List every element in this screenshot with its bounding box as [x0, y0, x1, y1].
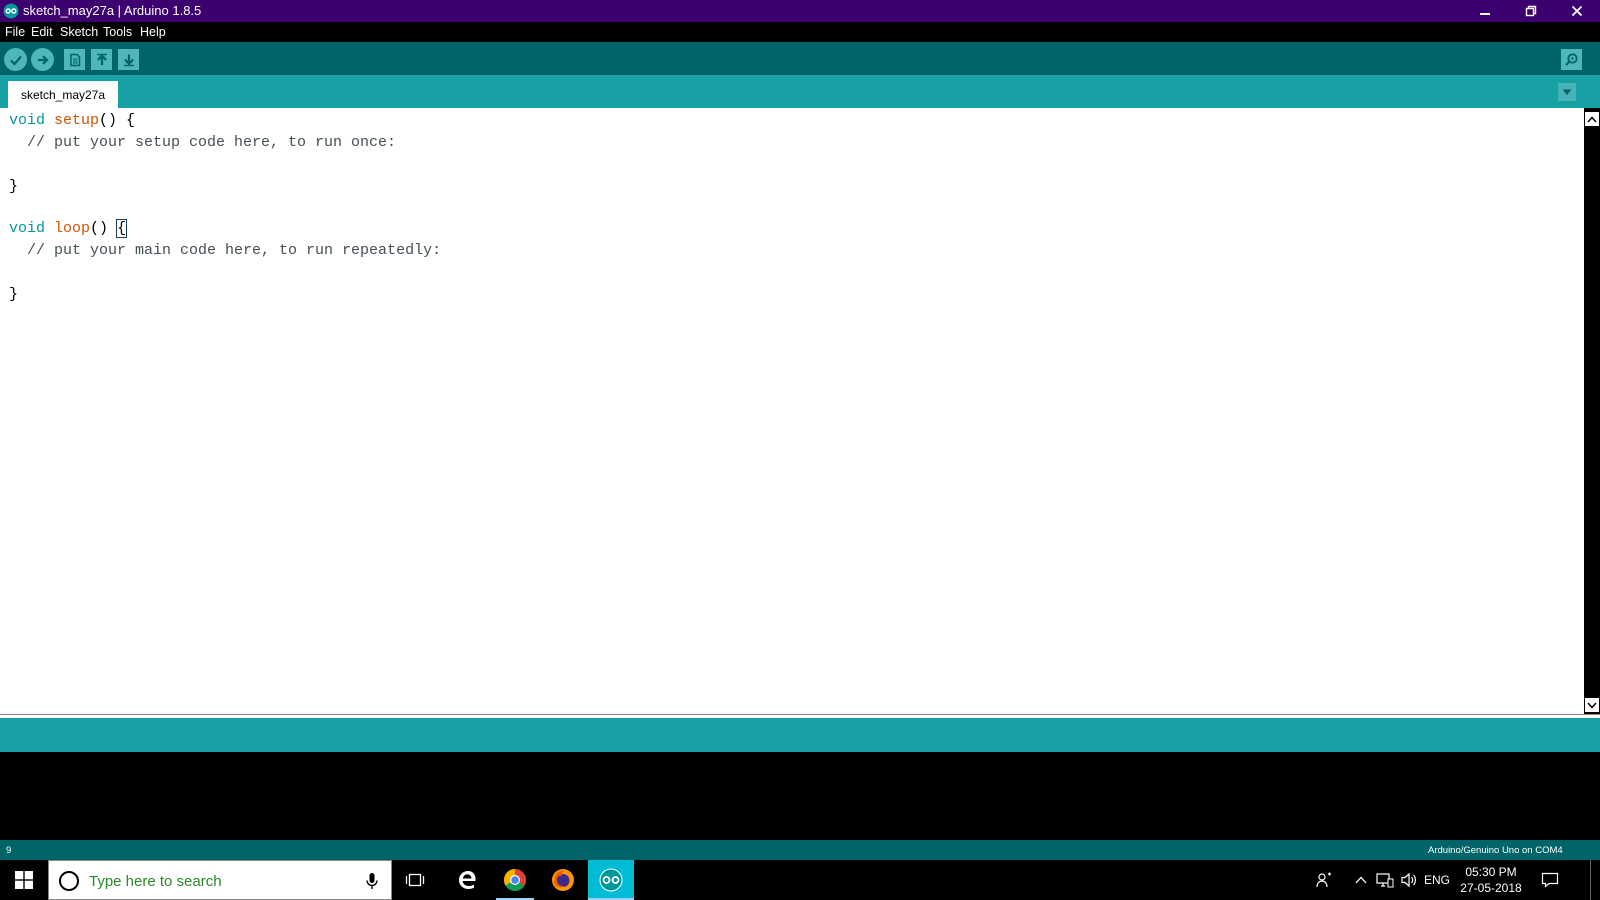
microphone-icon[interactable] — [365, 871, 379, 896]
taskbar-search-box[interactable]: Type here to search — [48, 860, 392, 900]
arduino-logo-icon — [3, 3, 19, 19]
firefox-icon — [552, 869, 574, 891]
serial-monitor-button[interactable] — [1561, 49, 1582, 70]
task-view-icon — [405, 873, 425, 887]
current-line-number: 9 — [6, 845, 12, 856]
code-line-7: // put your main code here, to run repea… — [9, 242, 442, 259]
arduino-icon — [599, 868, 623, 892]
scroll-thumb[interactable] — [1586, 128, 1598, 694]
code-line-9: } — [9, 286, 19, 303]
function-loop: loop — [54, 220, 91, 237]
code-line-6: void loop() { — [9, 219, 128, 238]
keyword-void: void — [9, 220, 46, 237]
code-punct: () — [90, 220, 118, 237]
title-bar: sketch_may27a | Arduino 1.8.5 — [0, 0, 1600, 22]
editor-scrollbar[interactable] — [1584, 108, 1600, 714]
save-sketch-button[interactable] — [118, 49, 139, 70]
window-title: sketch_may27a | Arduino 1.8.5 — [23, 3, 202, 18]
people-icon — [1316, 872, 1331, 888]
taskbar-edge[interactable] — [444, 860, 490, 900]
menu-help[interactable]: Help — [140, 25, 166, 39]
minimize-button[interactable] — [1462, 0, 1508, 22]
chrome-icon — [504, 869, 526, 891]
upload-button[interactable] — [31, 48, 54, 71]
system-clock[interactable]: 05:30 PM 27-05-2018 — [1454, 860, 1528, 900]
code-line-2: // put your setup code here, to run once… — [9, 134, 397, 151]
checkmark-icon — [9, 55, 22, 66]
toolbar — [0, 42, 1600, 75]
code-line-1: void setup() { — [9, 112, 135, 130]
show-desktop-button[interactable] — [1590, 860, 1600, 900]
verify-button[interactable] — [4, 48, 27, 71]
search-placeholder: Type here to search — [89, 873, 222, 890]
network-icon — [1376, 873, 1394, 888]
minimize-icon — [1480, 13, 1490, 15]
menu-bar: File Edit Sketch Tools Help — [0, 22, 1600, 42]
tab-label: sketch_may27a — [20, 87, 106, 102]
network-button[interactable] — [1374, 860, 1396, 900]
people-button[interactable] — [1310, 860, 1338, 900]
speaker-icon — [1401, 872, 1416, 888]
tab-strip: sketch_may27a — [0, 75, 1600, 108]
close-icon — [1571, 5, 1583, 17]
cortana-icon — [59, 871, 79, 891]
taskbar-arduino[interactable] — [588, 860, 634, 900]
task-view-button[interactable] — [392, 860, 438, 900]
tab-sketch-may27a[interactable]: sketch_may27a — [8, 81, 118, 108]
notification-icon — [1541, 872, 1559, 888]
taskbar-firefox[interactable] — [540, 860, 586, 900]
restore-button[interactable] — [1508, 0, 1554, 22]
menu-file[interactable]: File — [5, 25, 25, 39]
volume-button[interactable] — [1398, 860, 1420, 900]
input-language[interactable]: ENG — [1422, 860, 1452, 900]
windows-logo-icon — [15, 871, 33, 889]
arrow-down-icon — [123, 54, 134, 66]
open-sketch-button[interactable] — [91, 49, 112, 70]
magnifier-icon — [1565, 53, 1578, 66]
status-message-bar — [0, 718, 1600, 752]
code-editor[interactable]: void setup() { // put your setup code he… — [0, 108, 1584, 714]
keyword-void: void — [9, 112, 46, 129]
menu-edit[interactable]: Edit — [31, 25, 53, 39]
taskbar-chrome[interactable] — [492, 860, 538, 900]
scroll-down-arrow[interactable] — [1585, 698, 1599, 712]
new-sketch-button[interactable] — [64, 49, 85, 70]
start-button[interactable] — [0, 860, 48, 900]
restore-icon — [1525, 5, 1537, 17]
chevron-down-icon — [1587, 702, 1597, 709]
triangle-down-icon — [1562, 89, 1572, 95]
clock-date: 27-05-2018 — [1460, 881, 1522, 895]
new-file-icon — [69, 53, 80, 66]
matched-brace: { — [116, 219, 128, 238]
scroll-up-arrow[interactable] — [1585, 112, 1599, 126]
taskbar: Type here to search ENG 05:30 PM 27-05-2… — [0, 860, 1600, 900]
show-hidden-icons-button[interactable] — [1350, 860, 1372, 900]
edge-icon — [459, 871, 476, 889]
console-output[interactable] — [0, 752, 1600, 840]
arrow-right-icon — [37, 54, 49, 65]
board-port-label: Arduino/Genuino Uno on COM4 — [1428, 845, 1563, 856]
function-setup: setup — [54, 112, 100, 129]
code-punct: () { — [99, 112, 136, 129]
menu-tools[interactable]: Tools — [103, 25, 132, 39]
footer-bar: 9 Arduino/Genuino Uno on COM4 — [0, 840, 1600, 860]
action-center-button[interactable] — [1530, 860, 1570, 900]
close-button[interactable] — [1554, 0, 1600, 22]
code-line-4: } — [9, 178, 19, 195]
chevron-up-icon — [1355, 876, 1367, 884]
chevron-up-icon — [1587, 115, 1597, 122]
menu-sketch[interactable]: Sketch — [60, 25, 98, 39]
clock-time: 05:30 PM — [1465, 865, 1517, 879]
tab-menu-button[interactable] — [1558, 83, 1576, 101]
arrow-up-icon — [96, 53, 107, 65]
